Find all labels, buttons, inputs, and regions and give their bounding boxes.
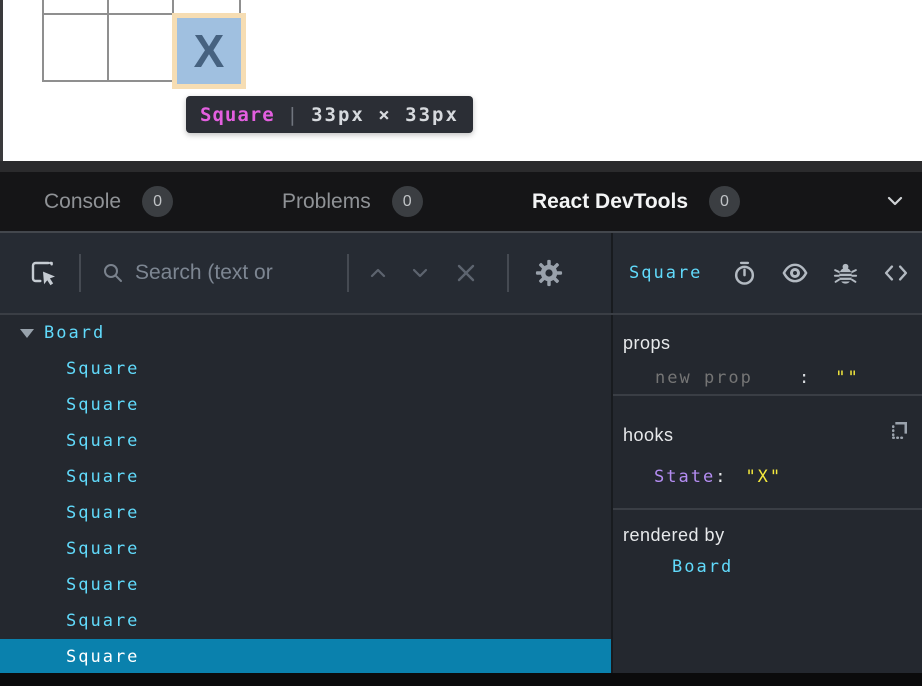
toolbar-divider [79,254,81,292]
expander-triangle-icon[interactable] [20,329,34,338]
toolbar-divider [347,254,349,292]
tab-react-devtools-badge: 0 [709,186,740,217]
clear-search-icon[interactable] [453,260,479,286]
tooltip-component-name: Square [200,104,275,126]
devtools-content: Board Square Square Square Square Square… [0,315,922,673]
inspect-dom-eye-icon[interactable] [781,259,809,287]
tree-item-label: Square [66,431,139,451]
rendered-by-title: rendered by [623,524,910,546]
props-title: props [623,332,910,354]
browser-viewport: X Square | 33px × 33px [0,0,922,161]
selected-component-name: Square [629,263,702,283]
new-prop-input[interactable] [655,367,773,389]
hooks-section: hooks State : "X" [613,396,922,510]
tree-item-label: Square [66,467,139,487]
tree-item-square[interactable]: Square [0,567,611,603]
tree-item-label: Board [44,323,105,343]
new-prop-row: : "" [623,367,910,389]
tree-item-label: Square [66,539,139,559]
tree-toolbar [0,233,613,313]
new-prop-value[interactable]: "" [835,367,859,389]
tab-problems[interactable]: Problems 0 [282,172,423,231]
previous-result-button[interactable] [367,262,389,284]
tab-problems-label: Problems [282,190,371,214]
component-inspector: props : "" hooks State : [613,315,922,673]
hooks-title: hooks [623,424,910,446]
tooltip-separator: | [287,104,299,126]
board-cell[interactable] [44,0,109,15]
tree-item-square[interactable]: Square [0,459,611,495]
tree-item-square[interactable]: Square [0,603,611,639]
bottom-edge-strip [0,673,922,686]
element-size-tooltip: Square | 33px × 33px [186,96,473,133]
component-tree: Board Square Square Square Square Square… [0,315,613,673]
tree-item-label: Square [66,647,139,667]
devtools-toolbar: Square [0,231,922,313]
tree-item-board[interactable]: Board [0,315,611,351]
rendered-by-section: rendered by Board [613,510,922,671]
settings-gear-icon[interactable] [533,257,565,289]
inspected-component-header: Square [613,233,922,313]
tab-problems-badge: 0 [392,186,423,217]
tree-item-label: Square [66,503,139,523]
tree-item-square[interactable]: Square [0,531,611,567]
tree-item-label: Square [66,611,139,631]
tab-react-devtools[interactable]: React DevTools 0 [532,172,740,231]
inspect-element-picker-button[interactable] [27,257,59,289]
rendered-by-owner-link[interactable]: Board [623,556,910,578]
log-component-bug-icon[interactable] [832,260,859,287]
tree-item-label: Square [66,359,139,379]
tab-console-badge: 0 [142,186,173,217]
props-section: props : "" [613,315,922,396]
parse-hook-names-icon[interactable] [887,418,912,443]
tab-react-devtools-label: React DevTools [532,190,688,214]
viewport-left-edge [0,0,3,161]
next-result-button[interactable] [409,262,431,284]
search-input[interactable] [135,261,343,285]
inspect-highlight-content[interactable]: X [177,18,241,84]
state-hook-colon: : [715,466,727,488]
tree-item-square[interactable]: Square [0,351,611,387]
board-cell[interactable] [44,15,109,80]
toolbar-divider [507,254,509,292]
tree-item-square[interactable]: Square [0,495,611,531]
board-cell[interactable] [109,0,174,15]
prop-colon: : [799,367,811,389]
search-icon [101,261,125,285]
state-hook-label: State [654,466,715,488]
window-gap-strip [0,161,922,172]
state-hook-row: State : "X" [623,466,910,488]
suspend-timer-icon[interactable] [731,260,758,287]
state-hook-value[interactable]: "X" [745,466,782,488]
devtools-tab-strip: Console 0 Problems 0 React DevTools 0 [0,172,922,231]
collapse-panel-chevron-icon[interactable] [884,190,906,212]
tree-item-square-selected[interactable]: Square [0,639,611,673]
tree-item-label: Square [66,395,139,415]
page-root: X Square | 33px × 33px Console 0 Problem… [0,0,922,686]
tab-console[interactable]: Console 0 [44,172,173,231]
board-cell[interactable] [109,15,174,80]
tooltip-dimensions: 33px × 33px [311,104,459,126]
tree-item-square[interactable]: Square [0,387,611,423]
tab-console-label: Console [44,190,121,214]
board-cell-x-mark: X [194,24,225,78]
tree-item-label: Square [66,575,139,595]
tree-item-square[interactable]: Square [0,423,611,459]
view-source-code-icon[interactable] [882,259,910,287]
